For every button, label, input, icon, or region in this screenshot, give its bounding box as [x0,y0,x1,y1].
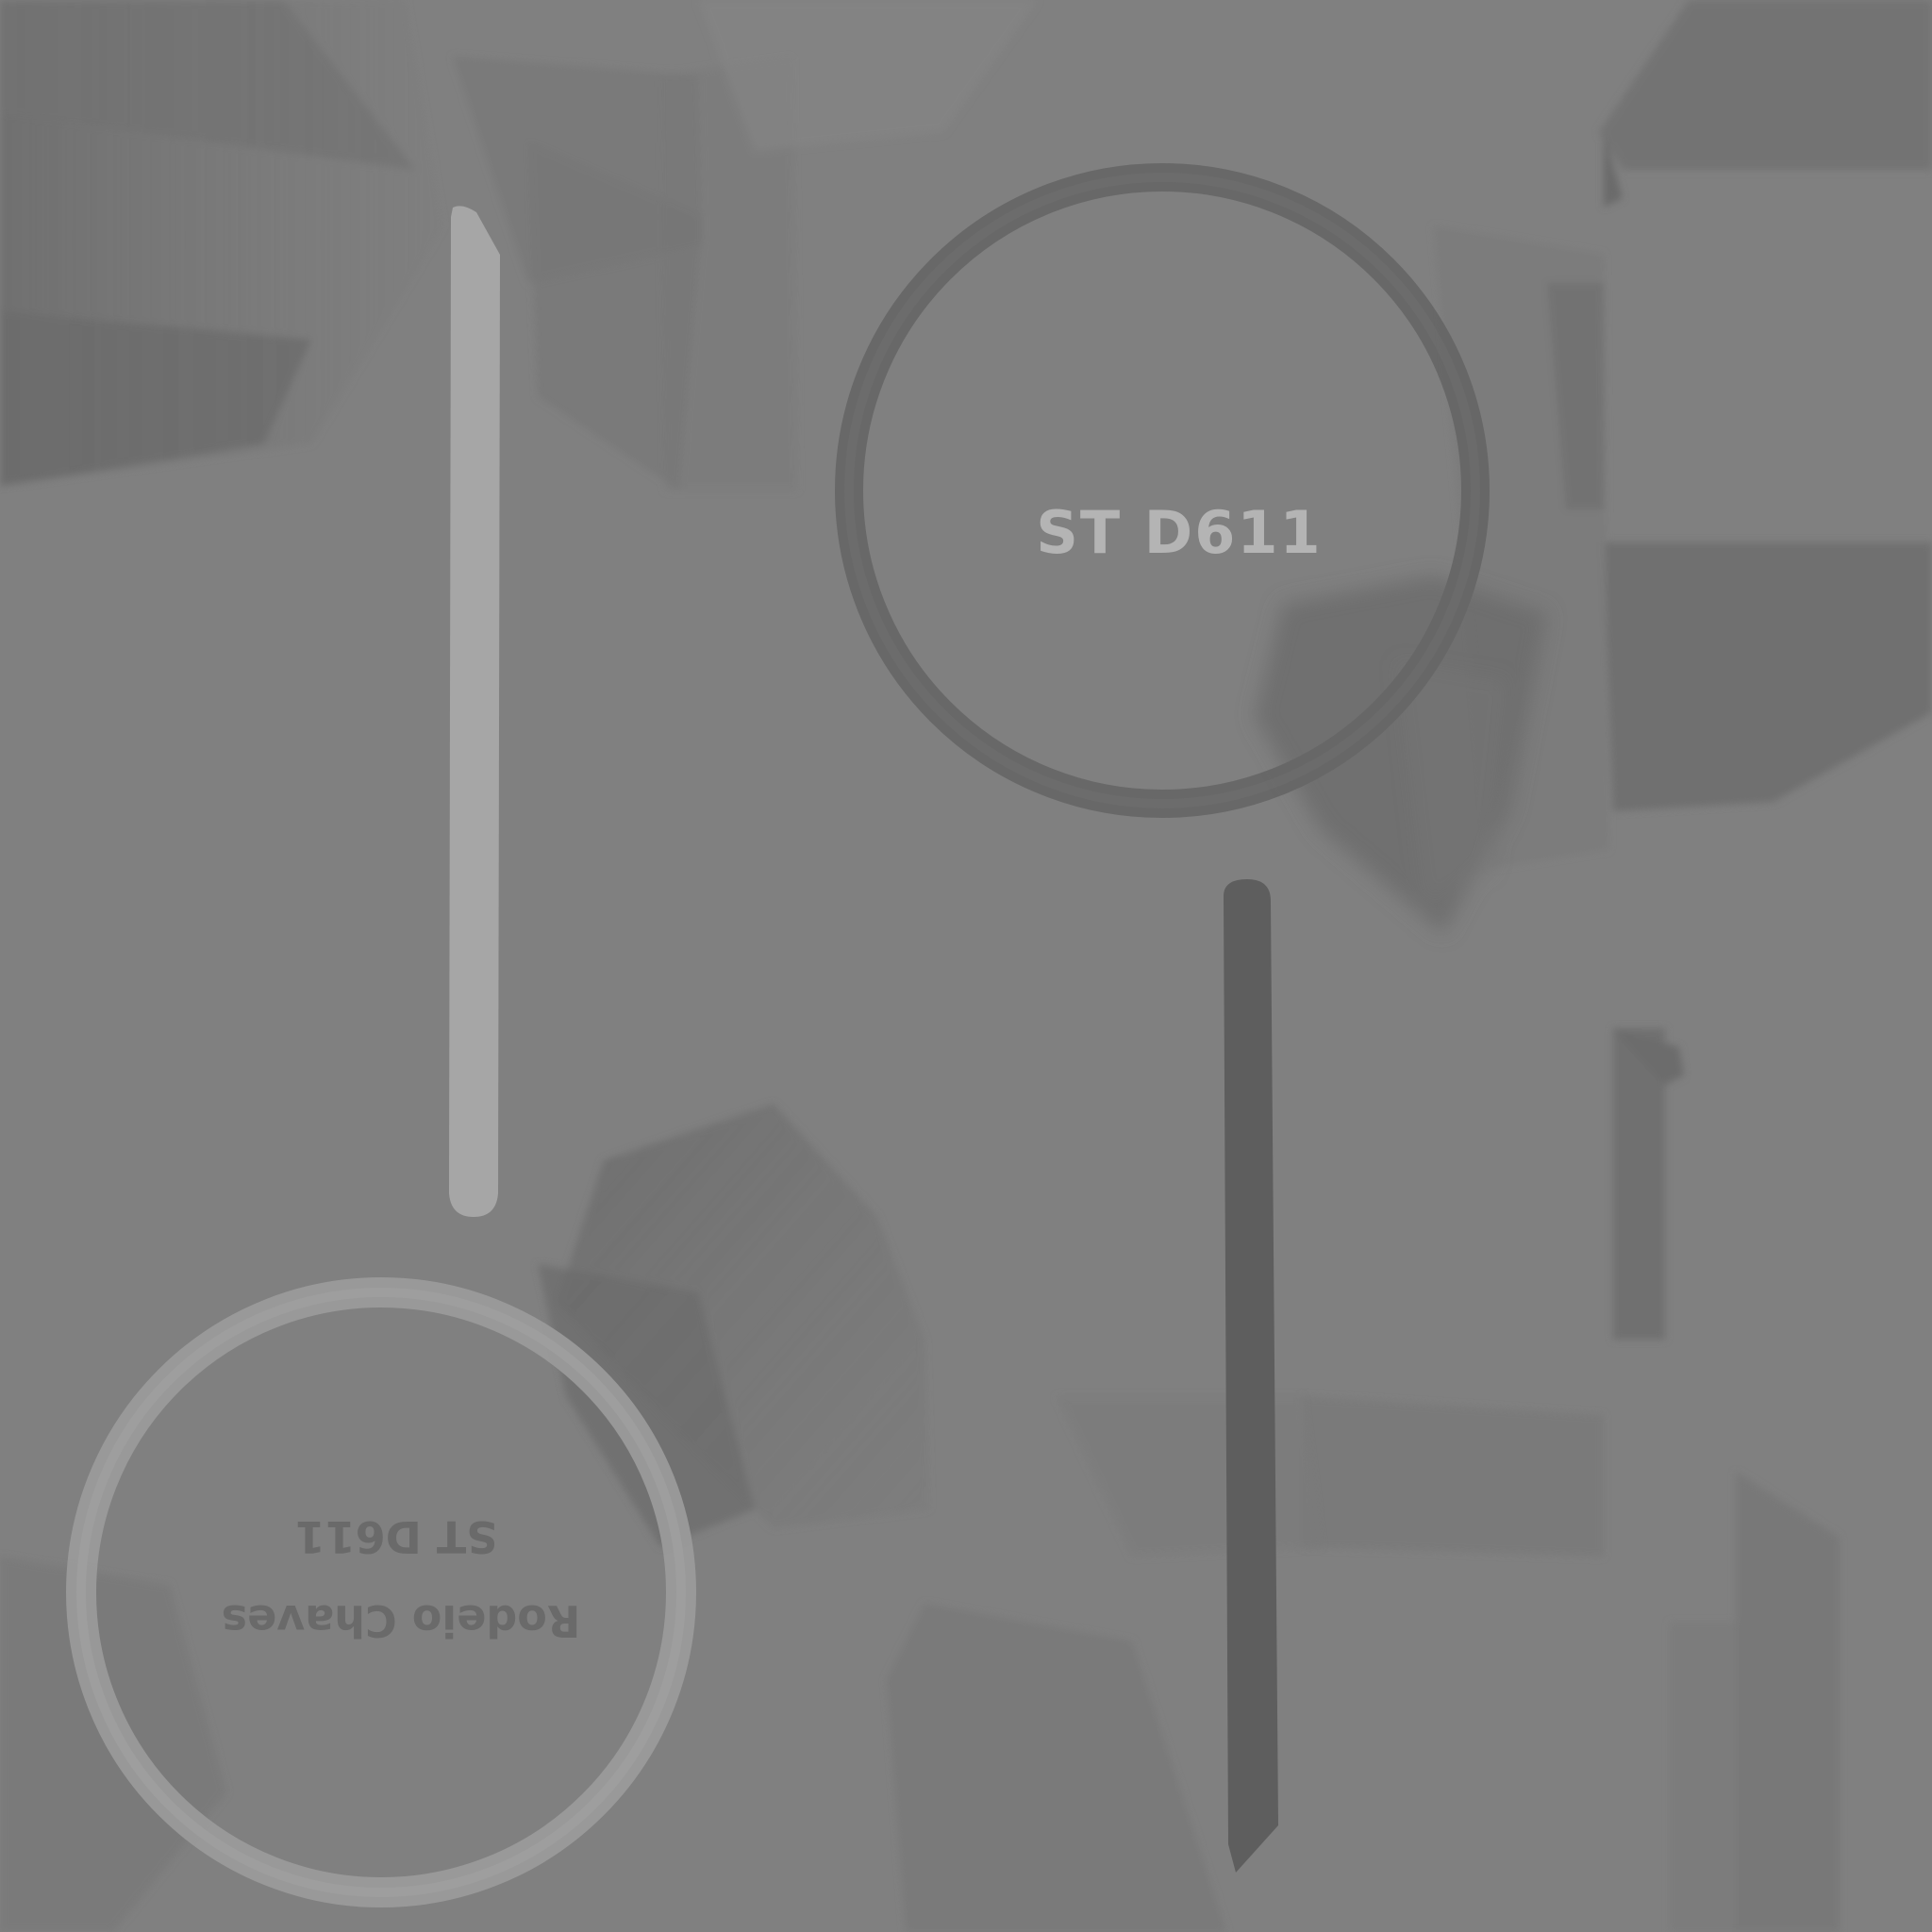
lower-stamp-name: Rodeio Chaves [222,1595,581,1646]
light-vertical-stripe [449,206,500,1217]
texture-canvas: ST D611 ST D611 Rodeio Chaves [0,0,1932,1932]
lower-stamp-code: ST D611 [295,1511,498,1562]
upper-grunge-patch [1255,575,1547,934]
texture-artwork: ST D611 ST D611 Rodeio Chaves [0,0,1932,1932]
dark-vertical-stripe [1224,879,1278,1873]
upper-stamp [835,163,1490,818]
top-left-streaks [0,0,1038,491]
upper-stamp-code: ST D611 [1036,498,1322,567]
